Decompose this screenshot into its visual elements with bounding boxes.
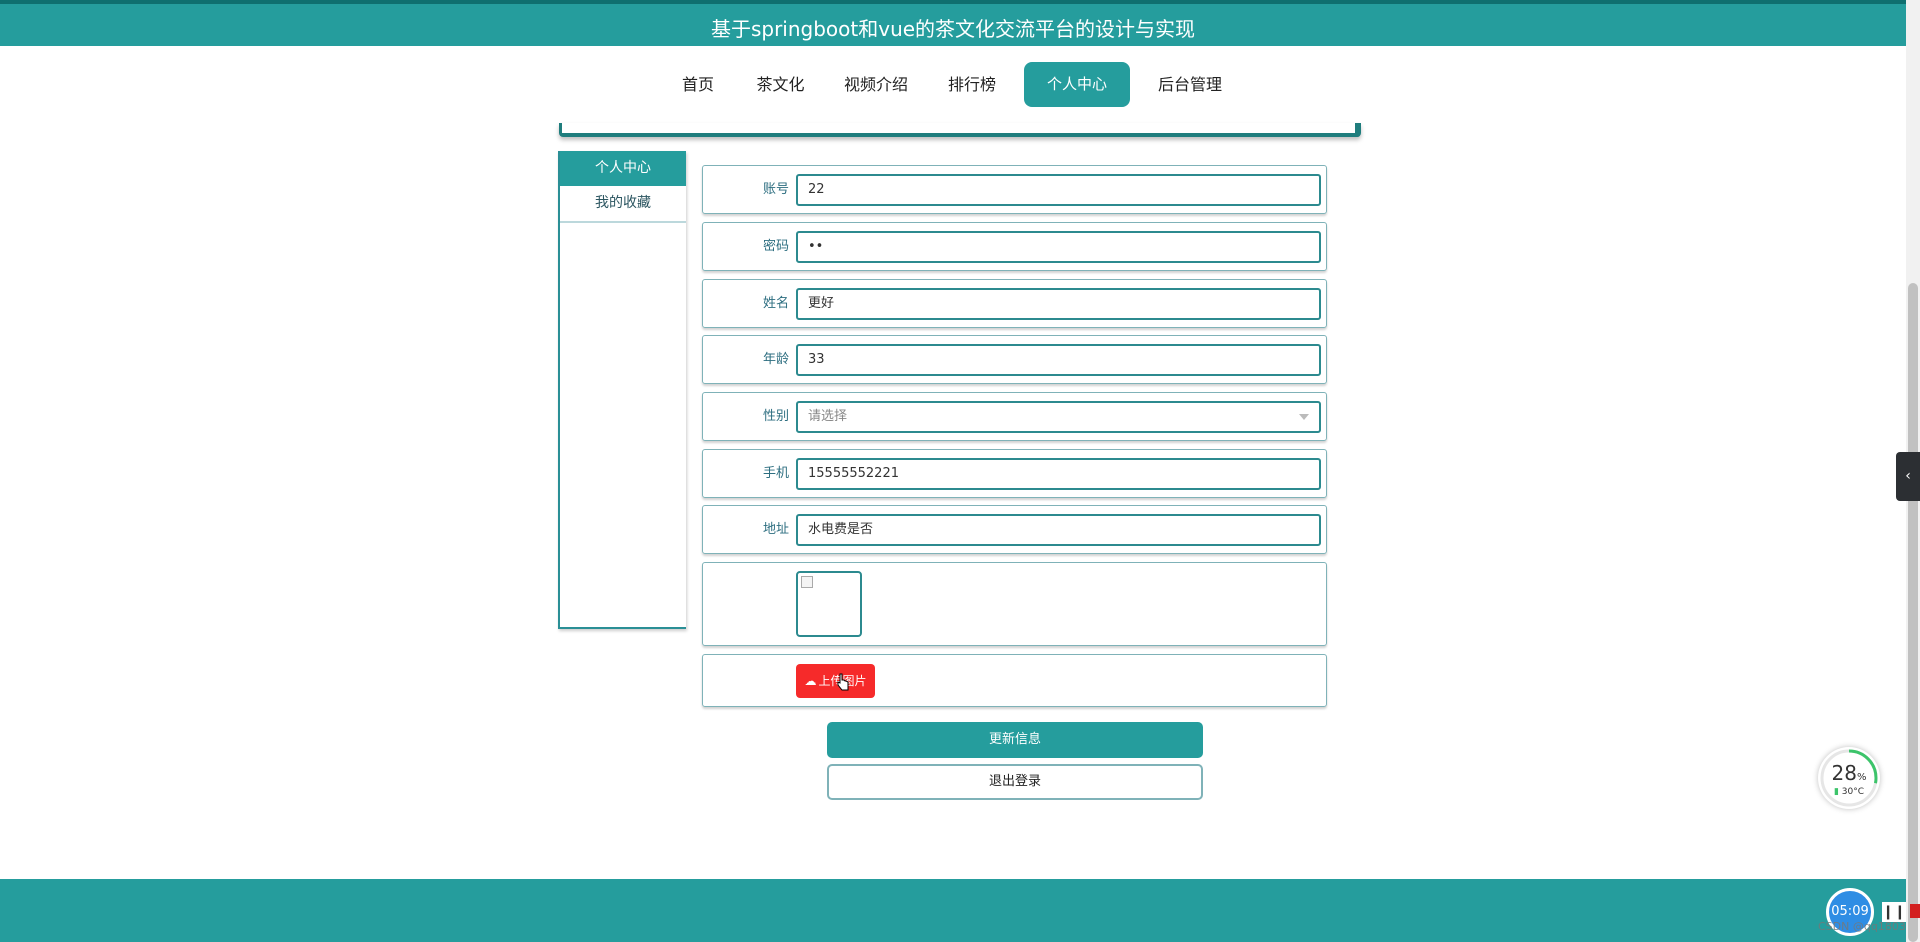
nav-item-personal-center[interactable]: 个人中心 xyxy=(1024,62,1130,107)
chevron-left-icon: ‹ xyxy=(1905,468,1911,484)
account-label: 账号 xyxy=(762,182,789,197)
avatar-preview-image[interactable] xyxy=(796,571,862,637)
nav-item-tea-culture[interactable]: 茶文化 xyxy=(748,62,813,107)
main-nav: 首页 茶文化 视频介绍 排行榜 个人中心 后台管理 xyxy=(0,62,1906,107)
upload-image-button[interactable]: ☁上传图片 xyxy=(796,664,875,698)
cloud-upload-icon: ☁ xyxy=(804,674,817,688)
hand-cursor-icon xyxy=(837,673,849,691)
age-input[interactable]: 33 xyxy=(796,344,1321,376)
form-row-account: 账号 22 xyxy=(702,165,1327,214)
sidebar-item-personal-center[interactable]: 个人中心 xyxy=(560,151,686,186)
account-input[interactable]: 22 xyxy=(796,174,1321,206)
app-header: 基于springboot和vue的茶文化交流平台的设计与实现 xyxy=(0,0,1906,46)
pause-icon[interactable]: ❙❙ xyxy=(1882,902,1906,922)
banner-edge xyxy=(559,123,1361,137)
form-row-phone: 手机 15555552221 xyxy=(702,449,1327,498)
nav-item-video[interactable]: 视频介绍 xyxy=(836,62,916,107)
form-row-upload: ☁上传图片 xyxy=(702,654,1327,707)
form-row-avatar-preview xyxy=(702,562,1327,646)
name-input[interactable]: 更好 xyxy=(796,288,1321,320)
watermark: CSDN @qq1803 xyxy=(1818,920,1906,933)
nav-item-home[interactable]: 首页 xyxy=(668,62,728,107)
password-input[interactable]: •• xyxy=(796,231,1321,263)
gender-select[interactable]: 请选择 xyxy=(796,401,1321,433)
sidebar-item-favorites[interactable]: 我的收藏 xyxy=(560,186,686,223)
form-row-address: 地址 水电费是否 xyxy=(702,505,1327,554)
age-label: 年龄 xyxy=(762,352,789,367)
password-label: 密码 xyxy=(762,239,789,254)
address-input[interactable]: 水电费是否 xyxy=(796,514,1321,546)
phone-input[interactable]: 15555552221 xyxy=(796,458,1321,490)
form-row-gender: 性别 请选择 xyxy=(702,392,1327,441)
gender-placeholder: 请选择 xyxy=(808,409,848,424)
thermometer-icon: ▮ xyxy=(1833,787,1839,797)
scrollbar-thumb[interactable] xyxy=(1908,283,1918,942)
nav-item-admin[interactable]: 后台管理 xyxy=(1150,62,1230,107)
performance-meter[interactable]: 28% ▮ 30°C xyxy=(1818,747,1880,809)
app-footer xyxy=(0,879,1906,942)
update-info-button[interactable]: 更新信息 xyxy=(827,722,1203,758)
name-label: 姓名 xyxy=(762,296,789,311)
nav-item-ranking[interactable]: 排行榜 xyxy=(940,62,1004,107)
form-row-password: 密码 •• xyxy=(702,222,1327,271)
logout-button[interactable]: 退出登录 xyxy=(827,764,1203,800)
user-sidebar: 个人中心 我的收藏 xyxy=(558,151,686,629)
chevron-down-icon xyxy=(1299,414,1309,420)
form-row-name: 姓名 更好 xyxy=(702,279,1327,328)
gender-label: 性别 xyxy=(762,409,789,424)
address-label: 地址 xyxy=(762,522,789,537)
form-row-age: 年龄 33 xyxy=(702,335,1327,384)
broken-image-icon xyxy=(801,576,813,588)
phone-label: 手机 xyxy=(762,466,789,481)
meter-percent: 28% xyxy=(1831,761,1867,785)
site-title: 基于springboot和vue的茶文化交流平台的设计与实现 xyxy=(710,17,1196,41)
meter-temperature: ▮ 30°C xyxy=(1833,787,1865,797)
record-indicator xyxy=(1910,904,1920,918)
collapse-panel-button[interactable]: ‹ xyxy=(1896,452,1920,501)
